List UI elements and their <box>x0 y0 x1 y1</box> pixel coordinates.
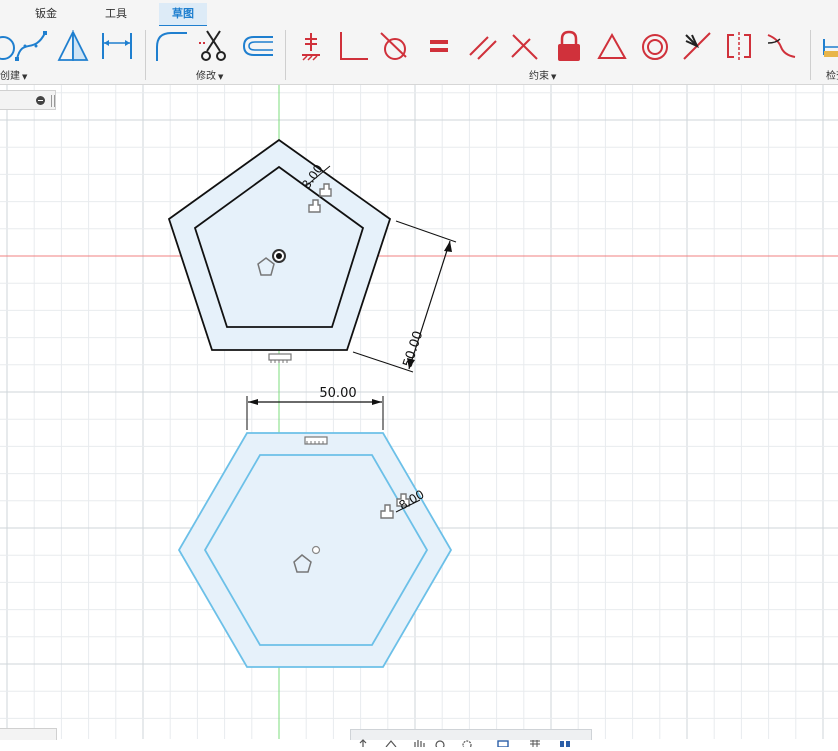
parallel-constraint-tool[interactable] <box>466 29 500 63</box>
navigation-bar <box>350 729 592 750</box>
concentric-constraint-tool[interactable] <box>638 29 672 63</box>
horizontal-constraint-icon[interactable] <box>268 353 292 363</box>
intersect-constraint-tool[interactable] <box>508 29 542 63</box>
trim-tool[interactable] <box>198 29 232 63</box>
trim-icon <box>199 30 226 61</box>
mirror-tool[interactable] <box>56 29 90 63</box>
pentagon-side-dimension-text: 50.00 <box>401 329 427 369</box>
equal-icon <box>430 40 448 52</box>
curvature-constraint-tool[interactable] <box>764 29 798 63</box>
collapse-icon[interactable] <box>36 96 45 105</box>
ribbon-divider <box>285 30 286 80</box>
chevron-down-icon: ▼ <box>22 73 28 81</box>
mirror-icon <box>57 30 89 62</box>
concentric-icon <box>642 34 668 60</box>
constraints-group-menu[interactable]: 约束 ▼ <box>529 67 556 82</box>
sketch-dimension-icon <box>102 33 132 59</box>
midpoint-icon <box>683 32 711 60</box>
equal-constraint-tool[interactable] <box>422 29 456 63</box>
browser-panel-tab[interactable] <box>0 90 56 110</box>
perpendicular-icon <box>340 32 368 60</box>
chevron-down-icon: ▼ <box>218 73 224 81</box>
triangle-icon <box>597 32 627 59</box>
hexagon-sketch[interactable]: 8.00 50.00 <box>177 386 453 668</box>
measure-icon <box>823 39 838 57</box>
fillet-icon <box>156 32 187 61</box>
modify-group-label: 修改 <box>196 71 216 82</box>
fillet-tool[interactable] <box>154 29 188 63</box>
perpendicular-constraint-tool[interactable] <box>336 29 370 63</box>
spline-icon <box>15 31 47 61</box>
inspect-group-label: 检查 <box>826 71 838 82</box>
lock-icon <box>558 30 580 61</box>
sketch-canvas[interactable]: 8.00 50.00 8.00 50.00 <box>0 85 838 739</box>
symmetry-constraint-tool[interactable] <box>722 29 756 63</box>
curvature-icon <box>767 34 796 58</box>
origin-point-center <box>276 253 282 259</box>
comments-panel-tab[interactable] <box>0 728 57 740</box>
hexagon-width-dimension[interactable]: 50.00 <box>246 386 384 430</box>
tab-tools[interactable]: 工具 <box>90 3 142 25</box>
inspect-group-menu[interactable]: 检查 <box>826 67 838 82</box>
toolbar-tabs: 钣金 工具 草图 <box>0 0 838 27</box>
tangent-constraint-tool[interactable] <box>378 29 412 63</box>
tab-sketch[interactable]: 草图 <box>159 3 207 27</box>
symmetry-icon <box>727 32 751 60</box>
create-group-menu[interactable]: 创建 ▼ <box>0 67 27 82</box>
intersect-icon <box>511 34 538 60</box>
grid <box>0 85 838 739</box>
constraints-group-label: 约束 <box>529 71 549 82</box>
tangent-icon <box>380 32 407 60</box>
offset-tool[interactable] <box>240 29 274 63</box>
create-group-label: 创建 <box>0 71 20 82</box>
modify-group-menu[interactable]: 修改 ▼ <box>196 67 223 82</box>
measure-tool[interactable] <box>818 29 838 63</box>
fix-constraint-tool[interactable] <box>294 29 328 63</box>
triangle-constraint-tool[interactable] <box>595 29 629 63</box>
sketch-dimension-tool[interactable] <box>100 29 134 63</box>
tab-sheet-metal[interactable]: 钣金 <box>20 3 72 25</box>
lock-constraint-tool[interactable] <box>552 29 586 63</box>
spline-tool[interactable] <box>14 29 48 63</box>
ribbon-divider <box>810 30 811 80</box>
center-point[interactable] <box>311 545 321 555</box>
parallel-icon <box>469 36 497 60</box>
hexagon-width-dimension-text: 50.00 <box>319 386 356 401</box>
chevron-down-icon: ▼ <box>551 73 557 81</box>
midpoint-constraint-tool[interactable] <box>680 29 714 63</box>
panel-grip-icon[interactable] <box>51 95 55 107</box>
ribbon-divider <box>145 30 146 80</box>
fix-icon <box>302 33 320 61</box>
sketch-ribbon: 创建 ▼ 修改 ▼ 约束 ▼ 检 <box>0 26 838 85</box>
offset-icon <box>242 36 273 56</box>
horizontal-constraint-icon[interactable] <box>304 436 328 445</box>
